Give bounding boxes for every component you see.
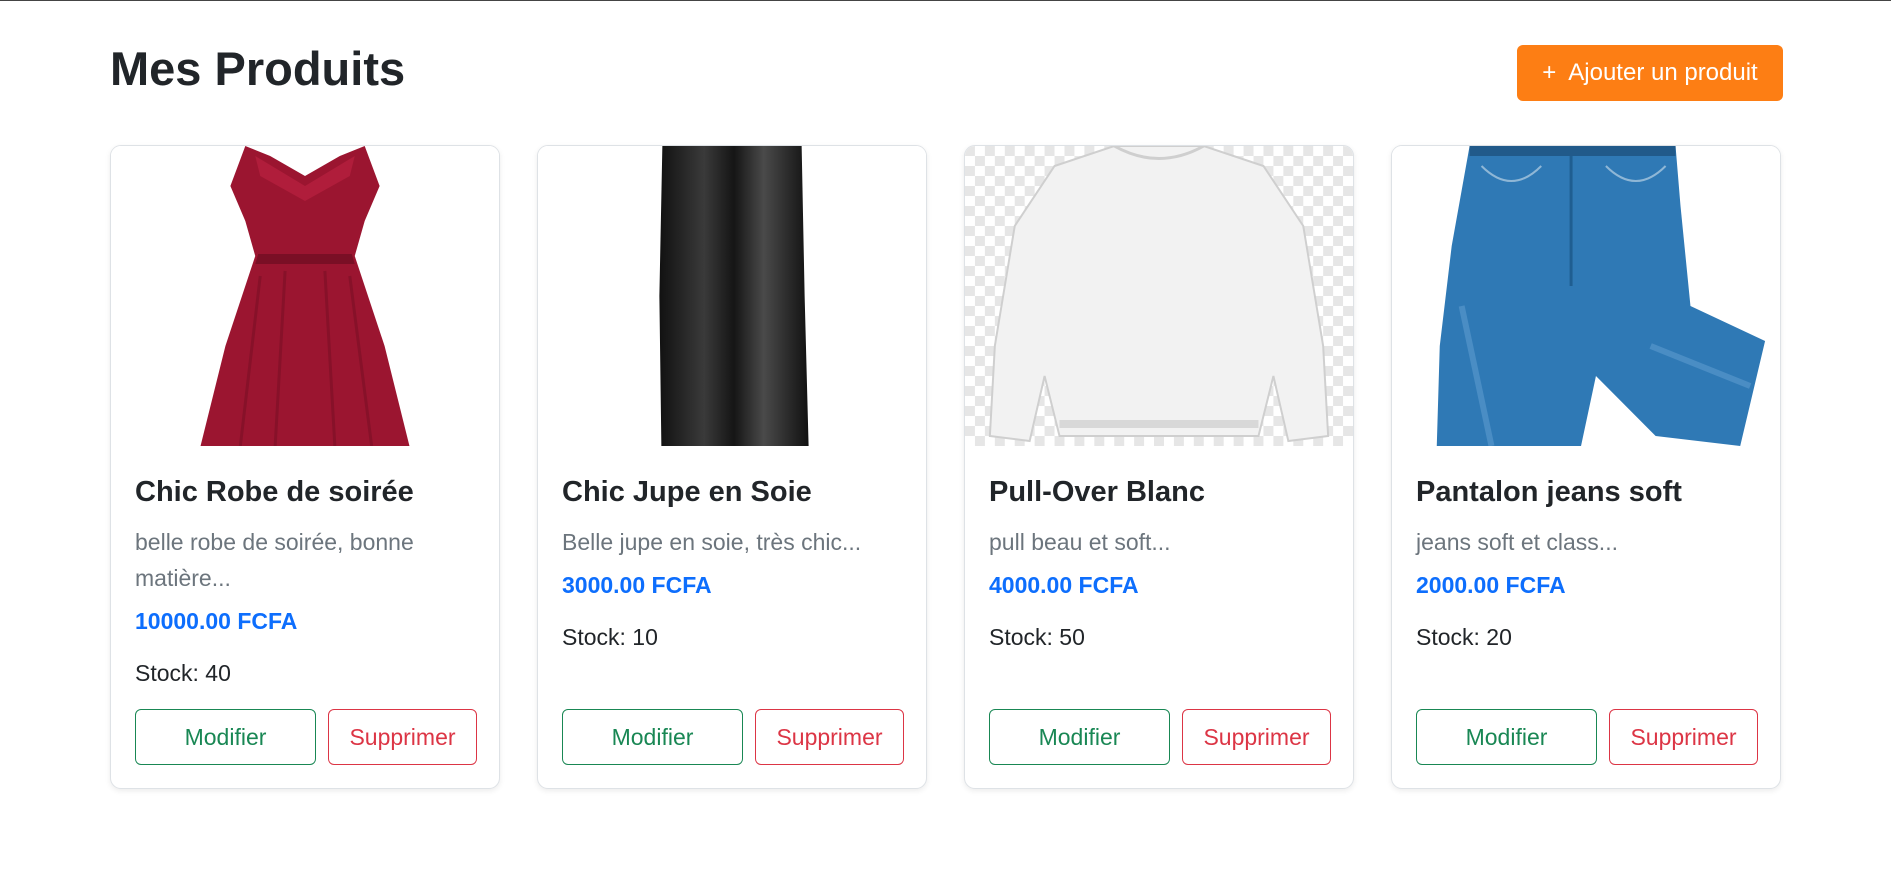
card-actions: Modifier Supprimer bbox=[989, 709, 1331, 765]
add-product-button[interactable]: + Ajouter un produit bbox=[1517, 45, 1783, 101]
card-actions: Modifier Supprimer bbox=[1416, 709, 1758, 765]
product-name: Chic Jupe en Soie bbox=[562, 476, 812, 508]
card-actions: Modifier Supprimer bbox=[135, 709, 477, 765]
product-description: pull beau et soft... bbox=[989, 529, 1171, 555]
product-card: Pantalon jeans soft jeans soft et class.… bbox=[1391, 145, 1781, 789]
products-page: Mes Produits + Ajouter un produit Chic R… bbox=[110, 39, 1783, 789]
product-price: 4000.00 FCFA bbox=[989, 572, 1139, 598]
product-description: jeans soft et class... bbox=[1416, 529, 1618, 555]
black-silk-skirt-image bbox=[538, 146, 926, 446]
edit-button[interactable]: Modifier bbox=[1416, 709, 1597, 765]
product-description: belle robe de soirée, bonne matière... bbox=[135, 529, 414, 591]
product-stock: Stock: 50 bbox=[989, 624, 1085, 650]
white-sweater-image bbox=[965, 146, 1353, 446]
edit-button[interactable]: Modifier bbox=[135, 709, 316, 765]
edit-button[interactable]: Modifier bbox=[989, 709, 1170, 765]
product-name: Pantalon jeans soft bbox=[1416, 476, 1682, 508]
delete-button[interactable]: Supprimer bbox=[328, 709, 477, 765]
product-description: Belle jupe en soie, très chic... bbox=[562, 529, 862, 555]
product-card: Chic Robe de soirée belle robe de soirée… bbox=[110, 145, 500, 789]
product-name: Chic Robe de soirée bbox=[135, 476, 414, 508]
product-stock: Stock: 20 bbox=[1416, 624, 1512, 650]
product-card: Pull-Over Blanc pull beau et soft... 400… bbox=[964, 145, 1354, 789]
product-price: 3000.00 FCFA bbox=[562, 572, 712, 598]
red-dress-image bbox=[111, 146, 499, 446]
delete-button[interactable]: Supprimer bbox=[1182, 709, 1331, 765]
page-header: Mes Produits + Ajouter un produit bbox=[110, 39, 1783, 145]
edit-button[interactable]: Modifier bbox=[562, 709, 743, 765]
blue-jeans-image bbox=[1392, 146, 1780, 446]
delete-button[interactable]: Supprimer bbox=[755, 709, 904, 765]
page-title: Mes Produits bbox=[110, 42, 406, 95]
delete-button[interactable]: Supprimer bbox=[1609, 709, 1758, 765]
product-stock: Stock: 40 bbox=[135, 660, 231, 686]
product-stock: Stock: 10 bbox=[562, 624, 658, 650]
product-name: Pull-Over Blanc bbox=[989, 476, 1205, 508]
add-product-label: Ajouter un produit bbox=[1568, 59, 1758, 86]
product-price: 10000.00 FCFA bbox=[135, 608, 298, 634]
product-price: 2000.00 FCFA bbox=[1416, 572, 1566, 598]
product-grid: Chic Robe de soirée belle robe de soirée… bbox=[110, 145, 1783, 789]
card-actions: Modifier Supprimer bbox=[562, 709, 904, 765]
product-card: Chic Jupe en Soie Belle jupe en soie, tr… bbox=[537, 145, 927, 789]
plus-icon: + bbox=[1542, 59, 1557, 86]
